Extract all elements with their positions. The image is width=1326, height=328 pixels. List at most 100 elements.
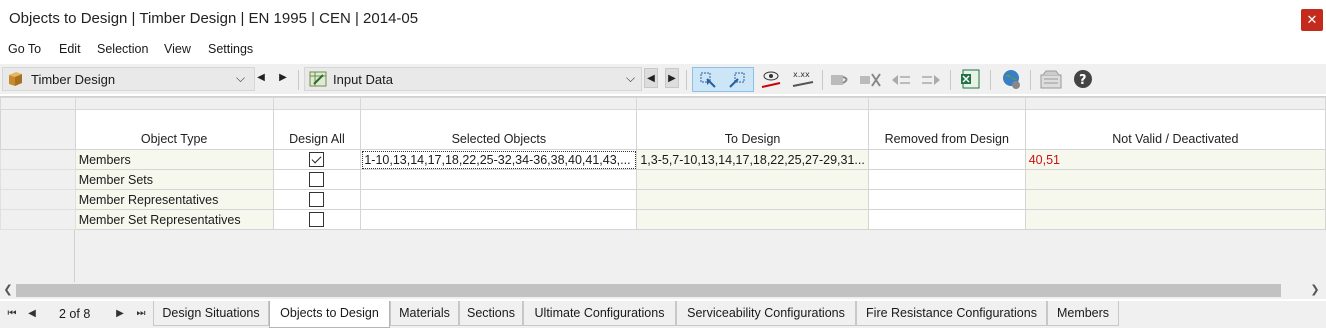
scroll-left-icon[interactable]: ❮	[1, 282, 15, 299]
select-in-model-icon	[700, 72, 716, 88]
svg-text:?: ?	[1079, 73, 1087, 88]
chevron-down-icon: ⌵	[236, 71, 246, 85]
object-type-cell: Member Set Representatives	[74, 209, 274, 230]
globe-settings-icon[interactable]	[998, 67, 1024, 92]
removed-cell[interactable]	[867, 189, 1026, 210]
tab-serviceability-configurations[interactable]: Serviceability Configurations	[676, 301, 856, 326]
row-header[interactable]	[0, 169, 76, 190]
menu-go-to[interactable]: Go To	[8, 42, 41, 56]
header-group-cell	[0, 97, 76, 110]
removed-cell[interactable]	[867, 209, 1026, 230]
move-left-icon[interactable]	[888, 67, 914, 92]
removed-cell[interactable]	[867, 169, 1026, 190]
window-title: Objects to Design | Timber Design | EN 1…	[9, 10, 419, 27]
col-header-not-valid[interactable]: Not Valid / Deactivated	[1024, 109, 1326, 150]
object-type-cell: Members	[74, 149, 274, 170]
visibility-icon[interactable]	[758, 67, 784, 92]
view-select[interactable]: Input Data ⌵	[304, 67, 642, 91]
prev-view-button[interactable]: ◀	[644, 68, 658, 88]
not-valid-cell	[1024, 189, 1326, 210]
col-header-to-design[interactable]: To Design	[636, 109, 869, 150]
tab-members[interactable]: Members	[1047, 301, 1119, 326]
menu-selection[interactable]: Selection	[97, 42, 148, 56]
toolbar-separator	[990, 70, 991, 90]
table-row[interactable]: Member Set Representatives	[0, 209, 1326, 230]
design-all-checkbox[interactable]	[309, 192, 325, 208]
menu-view[interactable]: View	[164, 42, 191, 56]
selected-objects-cell[interactable]	[360, 169, 638, 190]
tab-objects-to-design[interactable]: Objects to Design	[269, 301, 390, 328]
removed-cell[interactable]	[867, 149, 1026, 170]
selected-objects-cell[interactable]: 1-10,13,14,17,18,22,25-32,34-36,38,40,41…	[360, 149, 638, 170]
scroll-right-icon[interactable]: ❯	[1308, 282, 1322, 299]
row-header[interactable]	[0, 189, 76, 210]
prev-page-icon[interactable]: ◀	[25, 306, 39, 322]
toolbar: Timber Design ⌵ ◀ ▶ Input Data ⌵ ◀ ▶ x.x…	[0, 64, 1326, 94]
design-all-checkbox[interactable]	[309, 152, 325, 168]
first-page-icon[interactable]: ⏮	[5, 306, 19, 322]
to-design-cell	[636, 209, 869, 230]
row-header[interactable]	[0, 149, 76, 170]
view-select-label: Input Data	[333, 72, 393, 87]
design-all-checkbox[interactable]	[309, 172, 325, 188]
not-valid-cell	[1024, 209, 1326, 230]
table-header-group-row	[0, 97, 1326, 110]
design-all-checkbox[interactable]	[309, 212, 325, 228]
tab-ultimate-configurations[interactable]: Ultimate Configurations	[523, 301, 676, 326]
last-page-icon[interactable]: ⏭	[134, 306, 148, 322]
not-valid-cell: 40,51	[1024, 149, 1326, 170]
header-group-cell	[74, 97, 274, 110]
row-header[interactable]	[0, 209, 76, 230]
next-module-button[interactable]: ▶	[276, 68, 290, 88]
next-view-button[interactable]: ▶	[665, 68, 679, 88]
table-row[interactable]: Member Representatives	[0, 189, 1326, 210]
col-header-removed[interactable]: Removed from Design	[867, 109, 1026, 150]
tab-fire-resistance-configurations[interactable]: Fire Resistance Configurations	[856, 301, 1047, 326]
objects-table: Object Type Design All Selected Objects …	[0, 97, 1326, 230]
next-page-icon[interactable]: ▶	[113, 306, 127, 322]
design-all-cell	[272, 169, 362, 190]
svg-text:x.xx: x.xx	[793, 70, 810, 79]
page-indicator: 2 of 8	[59, 307, 91, 321]
select-objects-button-group[interactable]	[692, 67, 754, 92]
tab-design-situations[interactable]: Design Situations	[153, 301, 269, 326]
help-icon[interactable]: ?	[1070, 67, 1096, 92]
horizontal-scrollbar[interactable]: ❮ ❯	[0, 282, 1326, 299]
tab-materials[interactable]: Materials	[390, 301, 459, 326]
objects-table-area: Object Type Design All Selected Objects …	[0, 96, 1326, 285]
header-group-cell	[867, 97, 1026, 110]
excel-export-icon[interactable]	[958, 67, 984, 92]
module-select[interactable]: Timber Design ⌵	[2, 67, 255, 91]
toolbar-separator	[1030, 70, 1031, 90]
select-from-model-icon	[729, 72, 745, 88]
move-right-icon[interactable]	[918, 67, 944, 92]
menu-bar: Go To Edit Selection View Settings	[0, 40, 1326, 60]
scrollbar-thumb[interactable]	[16, 284, 1281, 297]
header-group-cell	[1024, 97, 1326, 110]
relation-icon[interactable]	[828, 67, 854, 92]
object-type-cell: Member Sets	[74, 169, 274, 190]
col-header-selected-objects[interactable]: Selected Objects	[360, 109, 638, 150]
tab-sections[interactable]: Sections	[459, 301, 523, 326]
row-header-corner	[0, 109, 76, 150]
menu-settings[interactable]: Settings	[208, 42, 253, 56]
input-data-icon	[309, 71, 327, 87]
table-row[interactable]: Member Sets	[0, 169, 1326, 190]
toolbar-separator	[950, 70, 951, 90]
toolbar-separator	[298, 70, 299, 90]
to-design-cell	[636, 189, 869, 210]
header-group-cell	[360, 97, 638, 110]
selected-objects-cell[interactable]	[360, 189, 638, 210]
prev-module-button[interactable]: ◀	[254, 68, 268, 88]
report-icon[interactable]	[1038, 67, 1064, 92]
remove-icon[interactable]	[858, 67, 884, 92]
header-group-cell	[272, 97, 362, 110]
table-row[interactable]: Members 1-10,13,14,17,18,22,25-32,34-36,…	[0, 149, 1326, 170]
close-button[interactable]: ✕	[1301, 9, 1323, 31]
menu-edit[interactable]: Edit	[59, 42, 81, 56]
col-header-design-all[interactable]: Design All	[272, 109, 362, 150]
selected-objects-cell[interactable]	[360, 209, 638, 230]
numbering-icon[interactable]: x.xx	[790, 67, 816, 92]
to-design-cell	[636, 169, 869, 190]
col-header-object-type[interactable]: Object Type	[74, 109, 274, 150]
